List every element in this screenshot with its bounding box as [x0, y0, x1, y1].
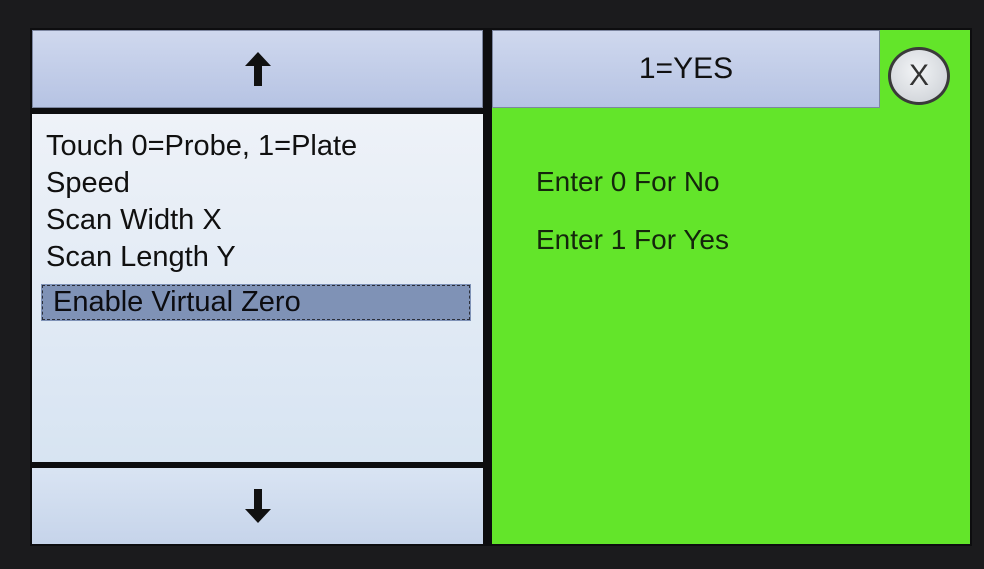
- settings-list: Touch 0=Probe, 1=Plate Speed Scan Width …: [32, 114, 483, 462]
- list-item-scan-length[interactable]: Scan Length Y: [32, 239, 483, 276]
- list-item-virtual-zero[interactable]: Enable Virtual Zero: [41, 284, 471, 321]
- value-button[interactable]: 1=YES: [492, 30, 880, 108]
- arrow-up-icon: [244, 52, 271, 86]
- close-icon: X: [908, 59, 929, 92]
- help-line-yes: Enter 1 For Yes: [536, 224, 730, 255]
- list-item-touch-mode[interactable]: Touch 0=Probe, 1=Plate: [32, 128, 483, 165]
- list-item-speed[interactable]: Speed: [32, 165, 483, 202]
- help-line-no: Enter 0 For No: [536, 166, 720, 197]
- close-button[interactable]: X: [888, 47, 950, 105]
- scroll-down-button[interactable]: [32, 468, 483, 544]
- help-panel: Enter 0 For No Enter 1 For Yes: [492, 108, 970, 544]
- arrow-down-icon: [244, 489, 271, 523]
- touch-screen: Touch 0=Probe, 1=Plate Speed Scan Width …: [30, 28, 972, 546]
- list-item-scan-width[interactable]: Scan Width X: [32, 202, 483, 239]
- scroll-up-button[interactable]: [32, 30, 483, 108]
